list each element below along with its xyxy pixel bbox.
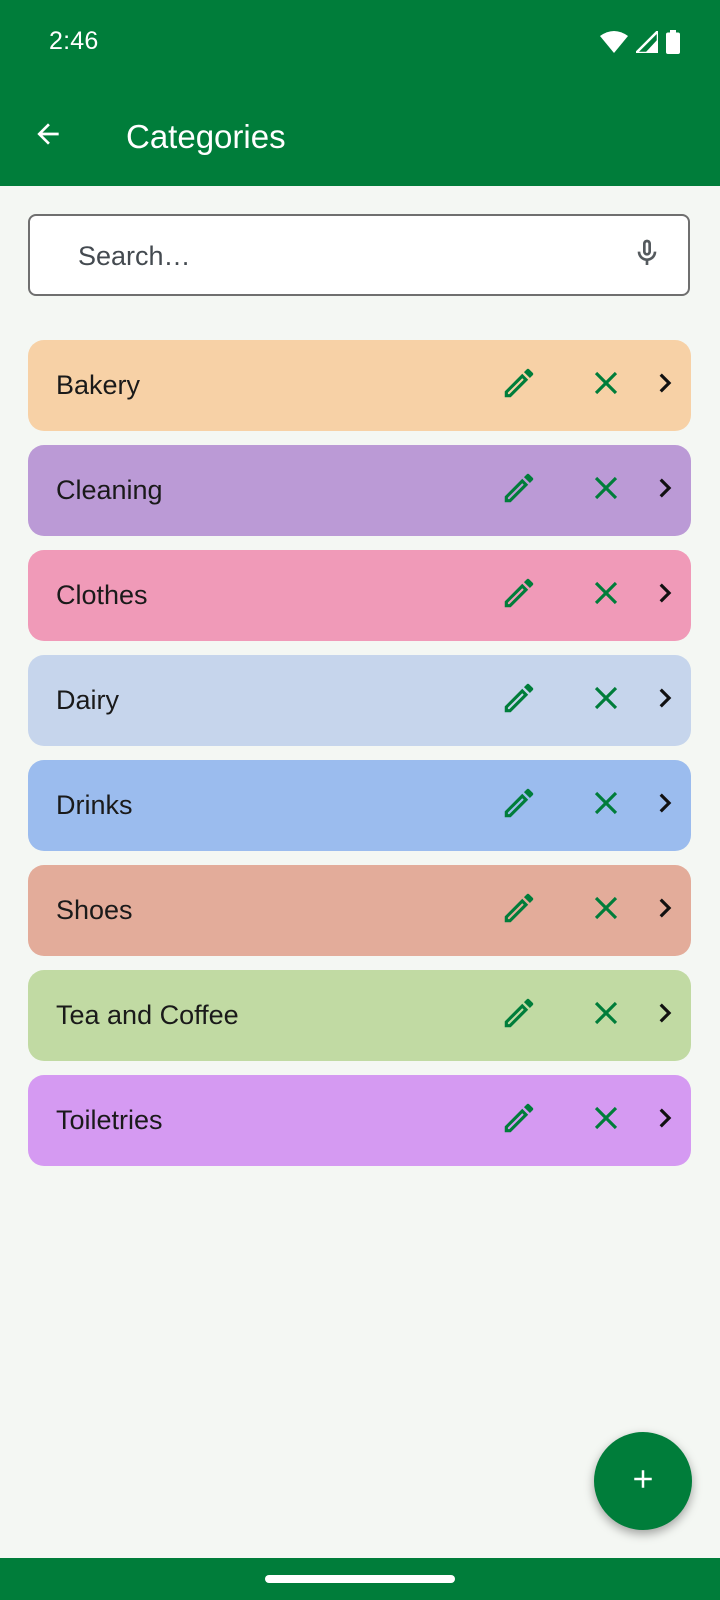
category-label: Clothes <box>56 580 148 610</box>
category-label: Dairy <box>56 685 120 715</box>
status-time: 2:46 <box>49 27 99 55</box>
close-icon <box>587 364 625 407</box>
category-row[interactable]: Bakery <box>28 340 691 431</box>
delete-category-button[interactable] <box>583 992 629 1038</box>
category-row[interactable]: Toiletries <box>28 1075 691 1166</box>
category-row[interactable]: Clothes <box>28 550 691 641</box>
category-list: Bakery Cleaning Clothes Dairy Drinks Shoes Tea… <box>28 340 691 1180</box>
pencil-icon <box>500 1099 538 1142</box>
open-category-button[interactable] <box>644 679 686 721</box>
pencil-icon <box>500 679 538 722</box>
delete-category-button[interactable] <box>583 782 629 828</box>
category-row[interactable]: Drinks <box>28 760 691 851</box>
open-category-button[interactable] <box>644 364 686 406</box>
chevron-right-icon <box>646 1099 684 1142</box>
category-row[interactable]: Cleaning <box>28 445 691 536</box>
status-icons <box>600 30 680 54</box>
wifi-icon <box>600 31 628 53</box>
open-category-button[interactable] <box>644 469 686 511</box>
cellular-signal-icon <box>636 31 658 53</box>
category-row[interactable]: Tea and Coffee <box>28 970 691 1061</box>
open-category-button[interactable] <box>644 1099 686 1141</box>
edit-category-button[interactable] <box>496 572 542 618</box>
edit-category-button[interactable] <box>496 677 542 723</box>
chevron-right-icon <box>646 784 684 827</box>
delete-category-button[interactable] <box>583 467 629 513</box>
pencil-icon <box>500 364 538 407</box>
pencil-icon <box>500 574 538 617</box>
edit-category-button[interactable] <box>496 887 542 933</box>
chevron-right-icon <box>646 889 684 932</box>
battery-icon <box>666 30 680 54</box>
close-icon <box>587 784 625 827</box>
open-category-button[interactable] <box>644 784 686 826</box>
pencil-icon <box>500 994 538 1037</box>
edit-category-button[interactable] <box>496 467 542 513</box>
back-button[interactable] <box>22 110 74 162</box>
pencil-icon <box>500 889 538 932</box>
category-label: Tea and Coffee <box>56 1000 239 1030</box>
category-label: Cleaning <box>56 475 163 505</box>
chevron-right-icon <box>646 679 684 722</box>
close-icon <box>587 1099 625 1142</box>
search-input[interactable] <box>76 216 600 296</box>
close-icon <box>587 469 625 512</box>
chevron-right-icon <box>646 574 684 617</box>
category-label: Toiletries <box>56 1105 163 1135</box>
chevron-right-icon <box>646 469 684 512</box>
edit-category-button[interactable] <box>496 362 542 408</box>
page-title: Categories <box>126 118 286 155</box>
microphone-icon <box>631 237 663 274</box>
category-label: Bakery <box>56 370 141 400</box>
edit-category-button[interactable] <box>496 782 542 828</box>
category-row[interactable]: Dairy <box>28 655 691 746</box>
open-category-button[interactable] <box>644 574 686 616</box>
plus-icon <box>628 1464 658 1499</box>
close-icon <box>587 994 625 1037</box>
delete-category-button[interactable] <box>583 362 629 408</box>
add-category-button[interactable] <box>594 1432 692 1530</box>
voice-search-button[interactable] <box>626 234 668 276</box>
close-icon <box>587 679 625 722</box>
arrow-back-icon <box>32 118 64 155</box>
close-icon <box>587 574 625 617</box>
open-category-button[interactable] <box>644 889 686 931</box>
delete-category-button[interactable] <box>583 572 629 618</box>
category-row[interactable]: Shoes <box>28 865 691 956</box>
app-bar: 2:46 Categories <box>0 0 720 186</box>
open-category-button[interactable] <box>644 994 686 1036</box>
delete-category-button[interactable] <box>583 677 629 723</box>
category-label: Shoes <box>56 895 133 925</box>
delete-category-button[interactable] <box>583 1097 629 1143</box>
search-box <box>28 214 690 296</box>
category-label: Drinks <box>56 790 133 820</box>
edit-category-button[interactable] <box>496 1097 542 1143</box>
pencil-icon <box>500 469 538 512</box>
delete-category-button[interactable] <box>583 887 629 933</box>
chevron-right-icon <box>646 994 684 1037</box>
close-icon <box>587 889 625 932</box>
home-gesture-handle[interactable] <box>265 1575 455 1583</box>
chevron-right-icon <box>646 364 684 407</box>
pencil-icon <box>500 784 538 827</box>
edit-category-button[interactable] <box>496 992 542 1038</box>
